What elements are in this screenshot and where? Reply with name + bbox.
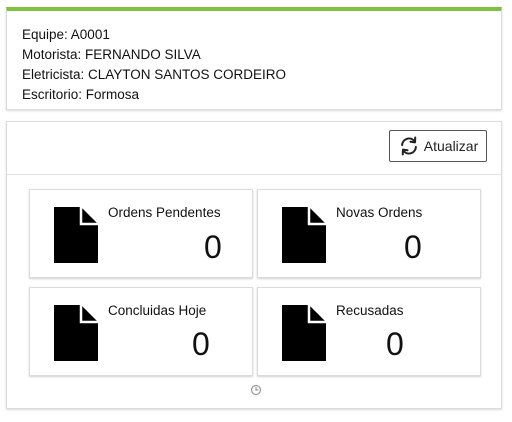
orders-dashboard-card: Atualizar Ordens Pendentes 0 Novas Orden… bbox=[6, 121, 502, 409]
refresh-button-label: Atualizar bbox=[423, 138, 479, 154]
refresh-icon bbox=[400, 136, 417, 156]
document-icon bbox=[54, 207, 98, 263]
team-info-card: Equipe: A0001 Motorista: FERNANDO SILVA … bbox=[6, 7, 502, 110]
tile-label: Concluidas Hoje bbox=[108, 303, 207, 318]
refresh-button[interactable]: Atualizar bbox=[389, 130, 487, 162]
clock-icon bbox=[250, 384, 262, 396]
team-info-lines: Equipe: A0001 Motorista: FERNANDO SILVA … bbox=[22, 25, 286, 105]
electrician-label: Eletricista: CLAYTON SANTOS CORDEIRO bbox=[22, 67, 287, 82]
tile-count: 0 bbox=[404, 229, 422, 265]
dashboard-header: Atualizar bbox=[7, 122, 501, 175]
team-label: Equipe: A0001 bbox=[22, 27, 110, 42]
office-label: Escritorio: Formosa bbox=[22, 87, 140, 102]
document-icon bbox=[282, 305, 326, 361]
tile-count: 0 bbox=[386, 326, 404, 362]
tile-count: 0 bbox=[204, 229, 222, 265]
tile-label: Novas Ordens bbox=[336, 205, 423, 220]
tile-refused[interactable]: Recusadas 0 bbox=[257, 287, 481, 376]
driver-label: Motorista: FERNANDO SILVA bbox=[22, 47, 201, 62]
tile-pending-orders[interactable]: Ordens Pendentes 0 bbox=[29, 189, 253, 278]
tile-completed-today[interactable]: Concluidas Hoje 0 bbox=[29, 287, 253, 376]
tile-label: Ordens Pendentes bbox=[108, 205, 221, 220]
document-icon bbox=[54, 305, 98, 361]
tile-label: Recusadas bbox=[336, 303, 404, 318]
tile-count: 0 bbox=[192, 326, 210, 362]
tile-new-orders[interactable]: Novas Ordens 0 bbox=[257, 189, 481, 278]
document-icon bbox=[282, 207, 326, 263]
